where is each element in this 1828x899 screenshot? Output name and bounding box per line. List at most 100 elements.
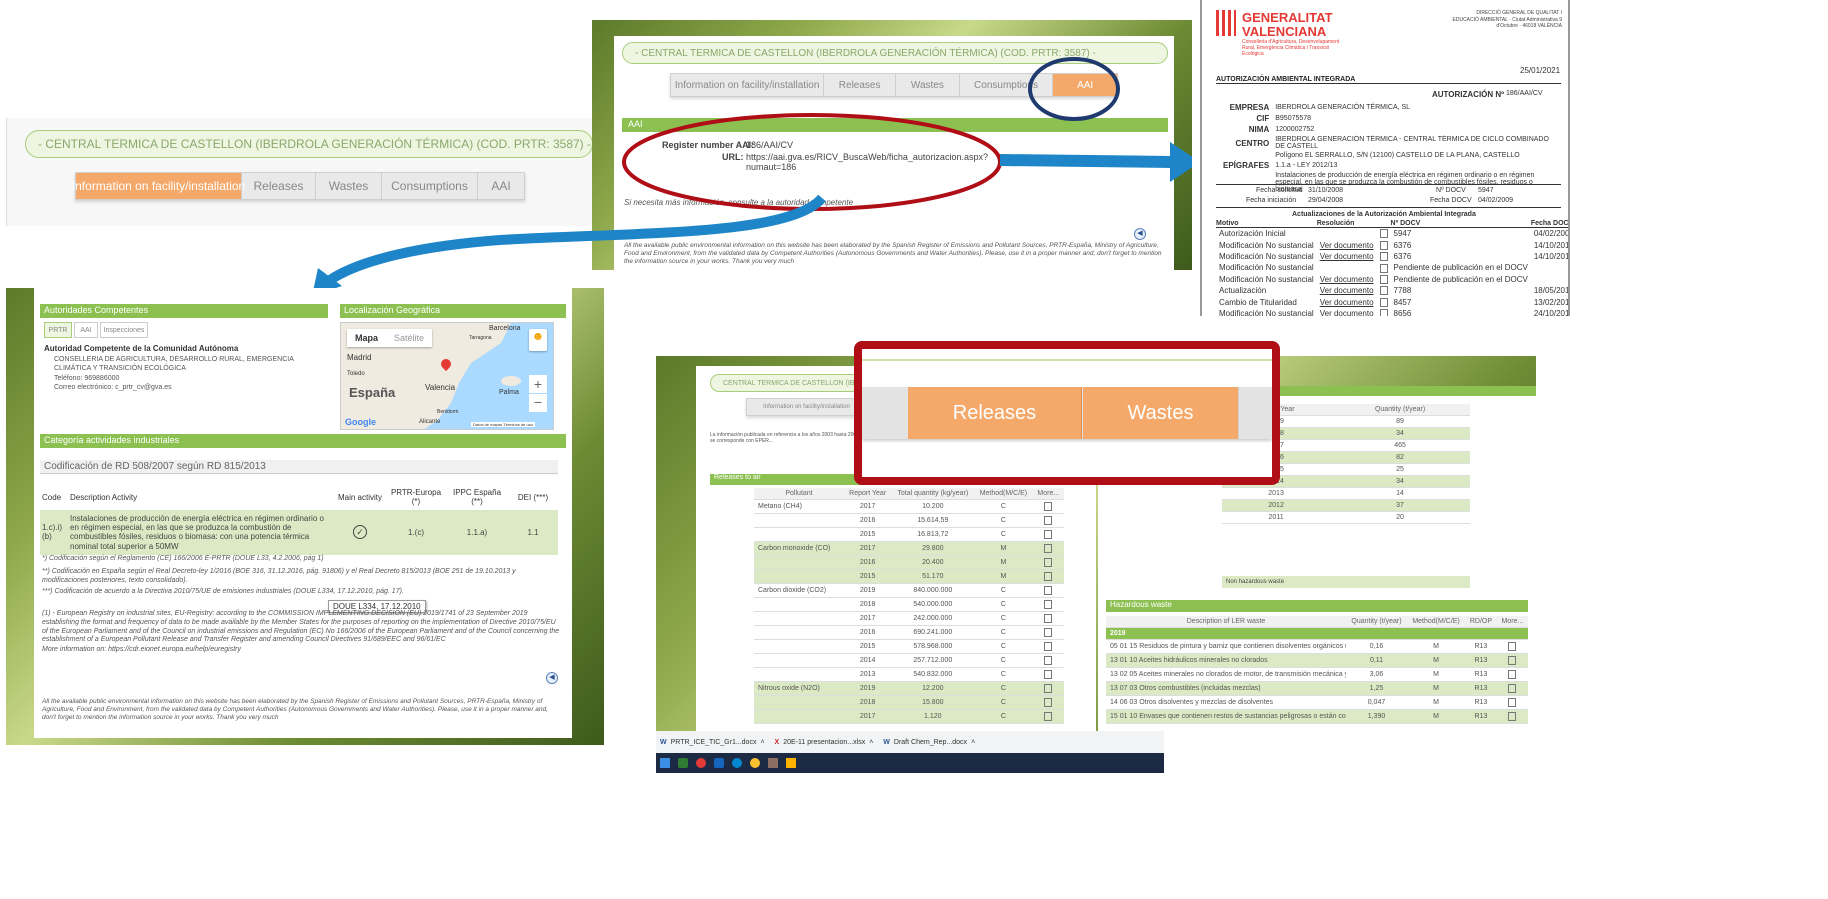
competent-header: Autoridades Competentes (40, 304, 328, 318)
taskbar-icon-6[interactable] (768, 758, 778, 768)
highlight-circle-aai-tab (1028, 57, 1120, 121)
wastes-quantity: 89 (1330, 415, 1470, 428)
more-icon[interactable] (1032, 611, 1064, 626)
more-icon[interactable] (1032, 513, 1064, 528)
doc-ndocv-cell: 5947 (1393, 229, 1412, 239)
pollutant-name: Carbon monoxide (CO) (754, 541, 844, 556)
hazardous-method: M (1406, 695, 1466, 710)
more-icon[interactable] (1496, 667, 1528, 682)
download-item-1[interactable]: W PRTR_ICE_TIC_Gr1...docx ˄ (660, 739, 765, 746)
more-icon[interactable] (1032, 681, 1064, 696)
more-icon[interactable] (1496, 639, 1528, 654)
report-year: 2016 (844, 625, 892, 640)
doc-fecha-ini-label: Fecha iniciación (1246, 197, 1297, 204)
taskbar-icon-7[interactable] (786, 758, 796, 768)
more-icon[interactable] (1496, 709, 1528, 724)
report-year: 2017 (844, 499, 892, 514)
competent-tab-aai[interactable]: AAI (74, 322, 98, 338)
more-icon[interactable] (1496, 695, 1528, 710)
doc-updates-row: Modificación No sustancial Ver documento 6… (1216, 239, 1568, 250)
more-icon[interactable] (1032, 597, 1064, 612)
doc-resolution-link[interactable]: Ver documento (1317, 239, 1377, 250)
hazardous-row: 13 02 05 Aceites minerales no clorados d… (1106, 667, 1528, 682)
document-icon (1377, 308, 1391, 316)
map-tab-satelite[interactable]: Satélite (386, 329, 432, 347)
doc-resolution-link[interactable]: Ver documento (1317, 285, 1377, 296)
hazardous-col: More... (1496, 616, 1528, 628)
doc-field-row: CENTRO IBERDROLA GENERACIÓN TÉRMICA - CEN… (1220, 135, 1560, 151)
taskbar-icon-3[interactable] (714, 758, 724, 768)
more-icon[interactable] (1032, 639, 1064, 654)
releases-tab-info[interactable]: Information on facility/installation (747, 399, 867, 415)
method: C (974, 597, 1033, 612)
releases-row: 2017 1.120 C (754, 709, 1064, 724)
taskbar-icon-5[interactable] (750, 758, 760, 768)
map-tab-mapa[interactable]: Mapa (347, 329, 386, 347)
wastes-row: 2012 37 (1222, 499, 1470, 512)
highlight-ellipse-register (622, 113, 1002, 211)
map-label-barcelona: Barcelona (489, 325, 521, 332)
download-item-2[interactable]: X 20E-11 presentacion...xlsx ˄ (775, 739, 874, 746)
taskbar-icon-4[interactable] (732, 758, 742, 768)
wastes-year: 2011 (1222, 511, 1331, 524)
more-icon[interactable] (1032, 583, 1064, 598)
releases-row: 2018 540.000.000 C (754, 597, 1064, 612)
releases-row: 2015 578.968.000 C (754, 639, 1064, 654)
wastes-quantity: 34 (1330, 475, 1470, 488)
doc-resolution-link[interactable]: Ver documento (1317, 274, 1377, 285)
competent-tab-prtr[interactable]: PRTR (44, 322, 72, 338)
more-icon[interactable] (1032, 625, 1064, 640)
zoom-tab-releases[interactable]: Releases (908, 387, 1082, 439)
total-quantity: 1.120 (891, 709, 975, 724)
more-icon[interactable] (1032, 653, 1064, 668)
more-icon[interactable] (1032, 527, 1064, 542)
doc-resolution-link[interactable]: Ver documento (1317, 296, 1377, 307)
zoom-out-icon[interactable]: − (529, 394, 547, 412)
doc-motivo: Modificación No sustancial (1219, 240, 1314, 250)
doc-fdocv-cell: 14/10/2010 (1533, 251, 1570, 261)
doc-updates-col: Fecha DOCV (1530, 220, 1568, 228)
panel-details: Autoridades Competentes PRTR AAI Inspecc… (6, 288, 604, 745)
doc-updates-row: Actualización Ver documento 7788 18/05/2016 (1216, 285, 1568, 296)
more-info-link[interactable]: More information on: https://cdr.eionet.… (42, 646, 241, 655)
hazardous-waste-header: Hazardous waste (1106, 600, 1528, 612)
details-sheet: Autoridades Competentes PRTR AAI Inspecc… (34, 288, 572, 738)
start-icon[interactable] (660, 758, 670, 768)
more-icon[interactable] (1032, 569, 1064, 584)
doc-field-value: IBERDROLA GENERACIÓN TÉRMICA, SL (1275, 104, 1411, 111)
activity-desc: Instalaciones de producción de energía e… (70, 514, 324, 551)
details-scroll-top-icon[interactable]: ◀ (546, 672, 558, 684)
zoom-in-icon[interactable]: + (529, 375, 547, 393)
hazardous-col: Method(M/C/E) (1406, 616, 1466, 628)
releases-row: 2016 20.400 M (754, 555, 1064, 570)
releases-row: Metano (CH4) 2017 10.200 C (754, 499, 1064, 514)
wastes-quantity: 20 (1330, 511, 1470, 524)
more-icon[interactable] (1496, 653, 1528, 668)
competent-tab-inspecciones[interactable]: Inspecciones (100, 322, 148, 338)
total-quantity: 16.813,72 (891, 527, 975, 542)
releases-facility-title: CENTRAL TERMICA DE CASTELLON (IBER (723, 379, 865, 387)
wastes-year: 2012 (1222, 499, 1331, 512)
nonhaz-note: Non hazardous waste (1222, 576, 1470, 588)
hazardous-desc: 15 01 10 Envases que contienen restos de… (1106, 709, 1346, 724)
more-icon[interactable] (1032, 541, 1064, 556)
pegman-icon[interactable]: ☻ (529, 329, 547, 351)
doc-resolution-link (1317, 228, 1377, 240)
method: C (974, 653, 1033, 668)
more-icon[interactable] (1032, 695, 1064, 710)
doc-resolution-link[interactable]: Ver documento (1317, 308, 1377, 316)
doc-resolution-link[interactable]: Ver documento (1317, 251, 1377, 262)
more-icon[interactable] (1032, 667, 1064, 682)
map-view[interactable]: Mapa Satélite Barcelona Tarragona Madrid… (340, 322, 554, 430)
zoom-tab-wastes[interactable]: Wastes (1083, 387, 1239, 439)
taskbar-icon-2[interactable] (696, 758, 706, 768)
more-icon[interactable] (1032, 709, 1064, 724)
more-icon[interactable] (1032, 555, 1064, 570)
more-icon[interactable] (1032, 499, 1064, 514)
doc-updates-col: Resolución (1316, 220, 1377, 228)
taskbar-icon-1[interactable] (678, 758, 688, 768)
releases-row: 2015 16.813,72 C (754, 527, 1064, 542)
download-item-3[interactable]: W Draft Chem_Rep...docx ˄ (883, 739, 975, 746)
doc-ndocv-cell: 8656 (1393, 308, 1412, 316)
more-icon[interactable] (1496, 681, 1528, 696)
